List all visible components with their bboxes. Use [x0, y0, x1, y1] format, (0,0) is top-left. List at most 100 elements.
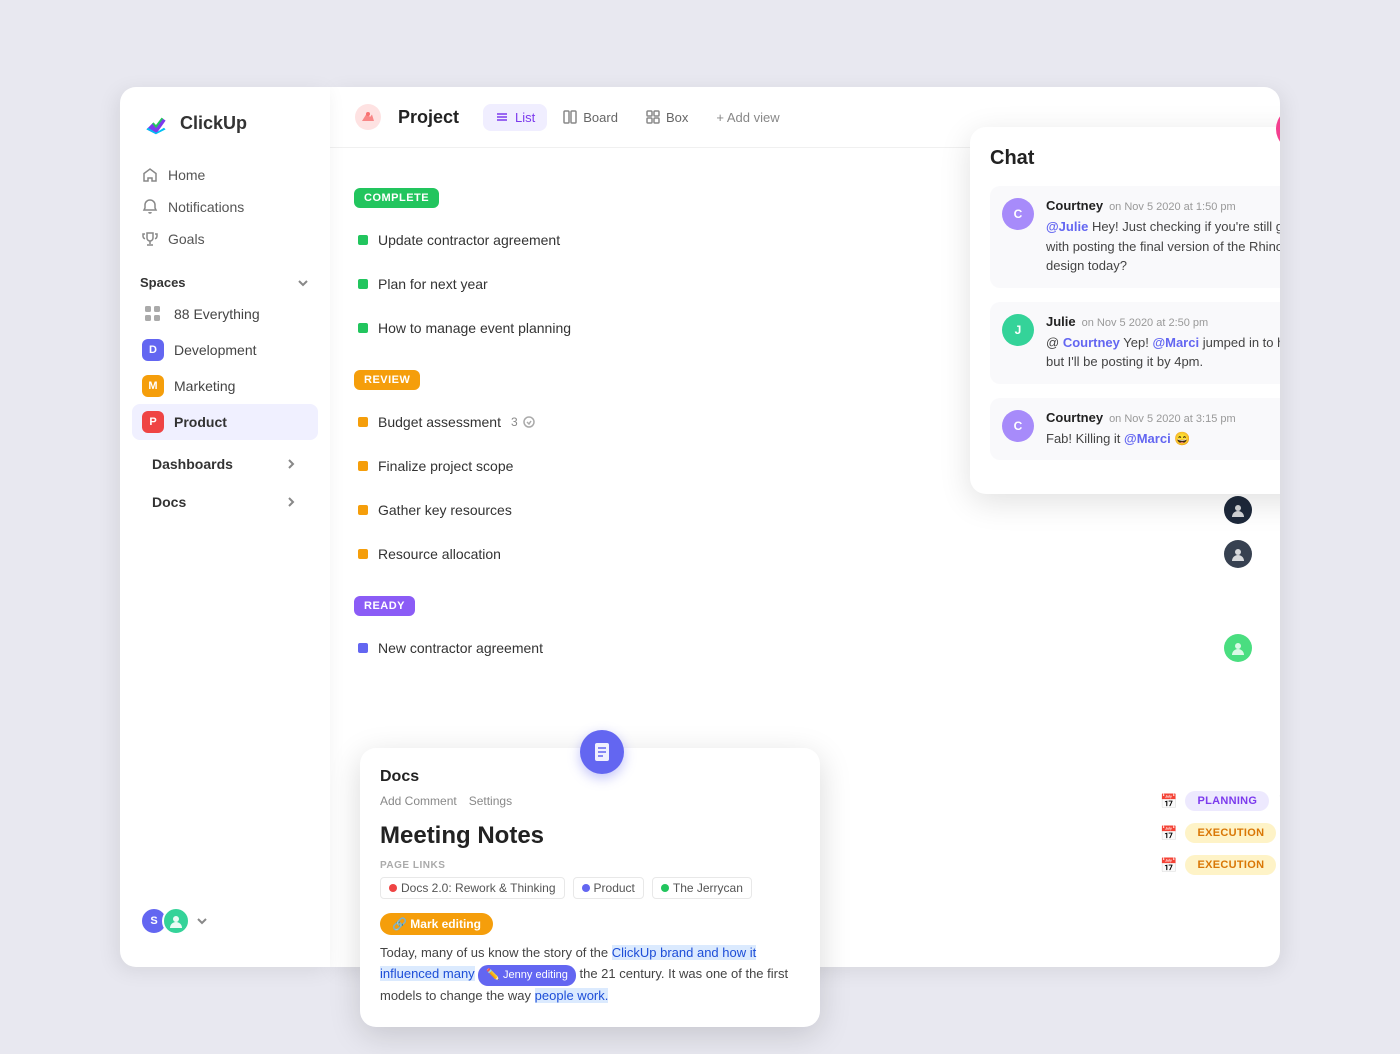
badge-ready: READY	[354, 596, 415, 616]
jenny-editing-badge: ✏️ Jenny editing	[478, 965, 576, 987]
docs-meeting-title: Meeting Notes	[380, 822, 800, 850]
task-dot	[358, 643, 368, 653]
task-count: 3	[511, 415, 536, 429]
page-links-label: PAGE LINKS	[380, 860, 800, 871]
tag-row: 📅 PLANNING ⚑	[1160, 791, 1280, 811]
doc-icon	[591, 741, 613, 763]
task-row[interactable]: Resource allocation	[354, 532, 1256, 576]
task-dot	[358, 323, 368, 333]
spaces-section: Spaces	[120, 263, 330, 296]
space-development[interactable]: D Development	[132, 332, 318, 368]
list-icon	[495, 110, 509, 124]
chat-title: Chat	[990, 147, 1280, 170]
assignee-avatar	[1224, 496, 1252, 524]
space-marketing[interactable]: M Marketing	[132, 368, 318, 404]
main-nav: Home Notifications Goals	[120, 159, 330, 255]
courtney-avatar-2: C	[1002, 410, 1034, 442]
page-link-docs[interactable]: Docs 2.0: Rework & Thinking	[380, 877, 565, 899]
tag-execution-2[interactable]: EXECUTION	[1185, 855, 1276, 875]
task-row[interactable]: Gather key resources	[354, 488, 1256, 532]
docs-body-text: Today, many of us know the story of the …	[380, 943, 800, 1007]
docs-actions: Add Comment Settings	[380, 794, 800, 808]
space-product[interactable]: P Product	[132, 404, 318, 440]
calendar-icon-3: 📅	[1160, 857, 1177, 874]
chat-message: C Courtney on Nov 5 2020 at 1:50 pm @Jul…	[990, 186, 1280, 288]
task-dot	[358, 417, 368, 427]
tag-row: 📅 EXECUTION ⚑	[1160, 855, 1280, 875]
chat-message-content: Julie on Nov 5 2020 at 2:50 pm @ Courtne…	[1046, 314, 1280, 372]
subtask-icon	[522, 415, 536, 429]
calendar-icon-2: 📅	[1160, 825, 1177, 842]
sidebar: ClickUp Home Notifications	[120, 87, 330, 967]
view-tabs: List Board Box + Add view	[483, 104, 792, 131]
app-name: ClickUp	[180, 113, 247, 134]
docs-section[interactable]: Docs	[132, 482, 318, 516]
section-ready: READY New contractor agreement	[354, 596, 1256, 670]
task-dot	[358, 279, 368, 289]
page-links: Docs 2.0: Rework & Thinking Product The …	[380, 877, 800, 899]
flag-icon: ⚑	[1277, 793, 1280, 810]
page-link-dot	[389, 884, 397, 892]
chat-text: @Julie Hey! Just checking if you're stil…	[1046, 217, 1280, 276]
courtney-avatar: C	[1002, 198, 1034, 230]
project-title: Project	[398, 107, 459, 128]
chat-message-content: Courtney on Nov 5 2020 at 3:15 pm Fab! K…	[1046, 410, 1236, 449]
page-link-dot-2	[582, 884, 590, 892]
nav-home[interactable]: Home	[132, 159, 318, 191]
chat-text: Fab! Killing it @Marci 😄	[1046, 429, 1236, 449]
dashboards-section[interactable]: Dashboards	[132, 444, 318, 478]
docs-fab-button[interactable]	[580, 730, 624, 774]
assignee-avatar	[1224, 634, 1252, 662]
chat-message: J Julie on Nov 5 2020 at 2:50 pm @ Court…	[990, 302, 1280, 384]
project-icon	[354, 103, 382, 131]
home-icon	[142, 167, 158, 183]
logo[interactable]: ClickUp	[120, 107, 330, 159]
chevron-down-user	[196, 915, 208, 927]
clickup-logo-icon	[140, 107, 172, 139]
chat-message: C Courtney on Nov 5 2020 at 3:15 pm Fab!…	[990, 398, 1280, 461]
task-dot	[358, 235, 368, 245]
task-row[interactable]: New contractor agreement	[354, 626, 1256, 670]
tag-planning[interactable]: PLANNING	[1185, 791, 1269, 811]
product-icon: P	[142, 411, 164, 433]
tab-list[interactable]: List	[483, 104, 547, 131]
badge-review: REVIEW	[354, 370, 420, 390]
chevron-right-icon	[284, 457, 298, 471]
tag-execution-1[interactable]: EXECUTION	[1185, 823, 1276, 843]
bell-icon	[142, 199, 158, 215]
tab-board[interactable]: Board	[551, 104, 630, 131]
nav-goals[interactable]: Goals	[132, 223, 318, 255]
julie-avatar: J	[1002, 314, 1034, 346]
nav-notifications[interactable]: Notifications	[132, 191, 318, 223]
chat-message-content: Courtney on Nov 5 2020 at 1:50 pm @Julie…	[1046, 198, 1280, 276]
user-area[interactable]: S	[120, 895, 330, 947]
tags-panel: 📅 PLANNING ⚑ 📅 EXECUTION ⚑ 📅 EXECUTION ⚑	[1160, 791, 1280, 887]
marketing-icon: M	[142, 375, 164, 397]
add-view-button[interactable]: + Add view	[704, 104, 791, 131]
box-icon	[646, 110, 660, 124]
tab-box[interactable]: Box	[634, 104, 700, 131]
chat-panel: # Chat C Courtney on Nov 5 2020 at 1:50 …	[970, 127, 1280, 494]
avatar-user	[162, 907, 190, 935]
assignee-avatar	[1224, 540, 1252, 568]
page-link-jerrycan[interactable]: The Jerrycan	[652, 877, 752, 899]
chat-text: @ Courtney Yep! @Marci jumped in to help…	[1046, 333, 1280, 372]
task-dot	[358, 461, 368, 471]
grid-icon	[142, 303, 164, 325]
page-link-product[interactable]: Product	[573, 877, 644, 899]
calendar-icon: 📅	[1160, 793, 1177, 810]
board-icon	[563, 110, 577, 124]
trophy-icon	[142, 231, 158, 247]
space-everything[interactable]: 88 Everything	[132, 296, 318, 332]
highlighted-text-2: people work.	[535, 988, 609, 1003]
page-link-dot-3	[661, 884, 669, 892]
mark-editing-button[interactable]: 🔗 Mark editing	[380, 913, 493, 935]
development-icon: D	[142, 339, 164, 361]
chevron-down-icon	[296, 276, 310, 290]
badge-complete: COMPLETE	[354, 188, 439, 208]
add-comment-action[interactable]: Add Comment	[380, 794, 457, 808]
docs-panel: Docs Add Comment Settings Meeting Notes …	[360, 748, 820, 1027]
settings-action[interactable]: Settings	[469, 794, 512, 808]
chevron-right-icon-2	[284, 495, 298, 509]
task-dot	[358, 505, 368, 515]
